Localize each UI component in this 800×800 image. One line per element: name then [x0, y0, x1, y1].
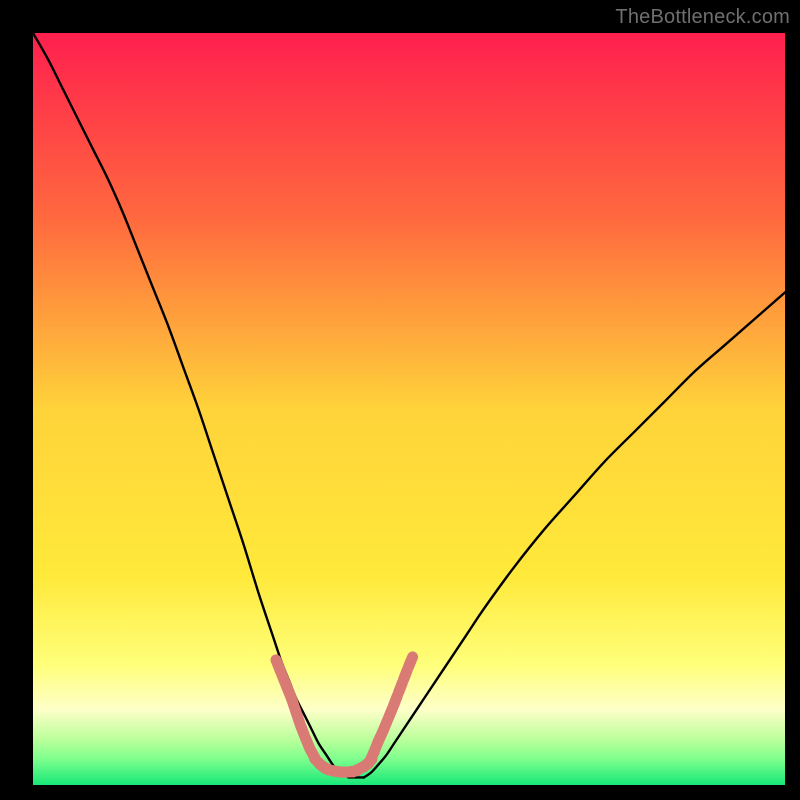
chart-stage: TheBottleneck.com — [0, 0, 800, 800]
marker-dash — [408, 657, 412, 667]
bottleneck-curve-chart — [0, 0, 800, 800]
marker-dash — [364, 759, 372, 767]
watermark-label: TheBottleneck.com — [615, 6, 790, 29]
